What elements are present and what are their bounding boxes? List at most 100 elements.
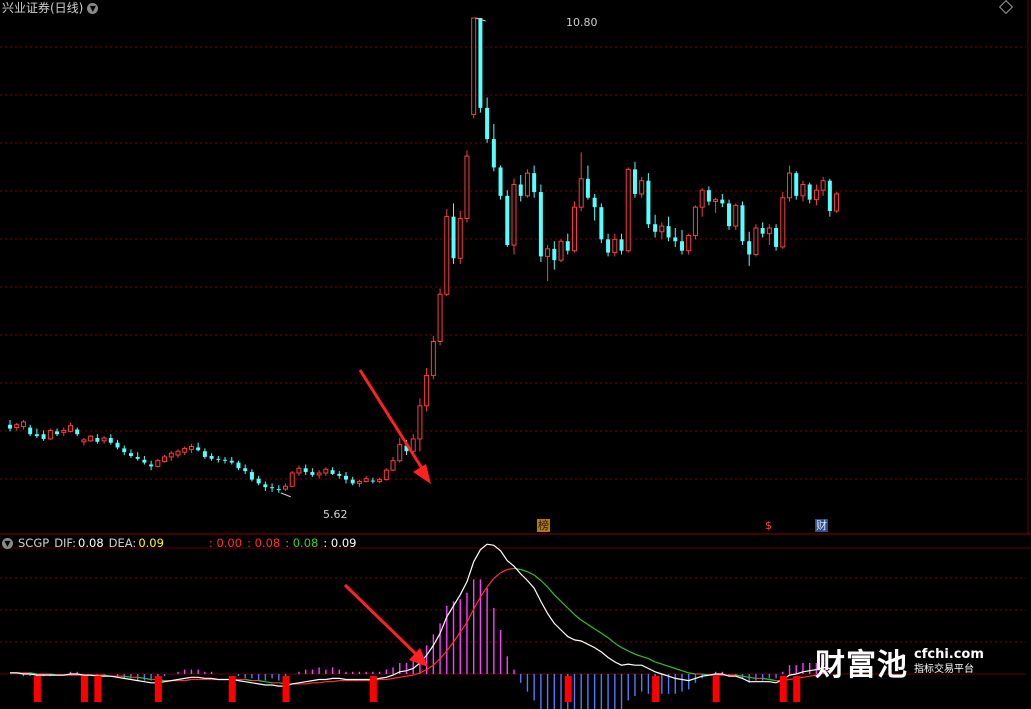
- candle-body-down: [115, 442, 120, 448]
- candle-body-up: [175, 450, 181, 456]
- dea-line-segment: [500, 568, 508, 574]
- candle-body-down: [135, 456, 140, 459]
- dea-line-segment: [601, 632, 609, 639]
- candle-body-down: [55, 431, 60, 435]
- signal-bar: [652, 676, 660, 702]
- candle-body-down: [632, 169, 637, 194]
- candle-body-down: [370, 480, 375, 482]
- candle-body-down: [270, 487, 275, 489]
- candle-body-up: [800, 183, 806, 197]
- dea-line-segment: [654, 661, 663, 665]
- candle-body-up: [363, 478, 369, 483]
- dea-line-segment: [319, 681, 326, 684]
- candle-body-up: [356, 481, 362, 484]
- candle-body-up: [558, 240, 564, 261]
- candle-body-down: [518, 184, 523, 196]
- candle-body-up: [383, 469, 389, 481]
- candle-body-up: [47, 429, 53, 440]
- candle-body-up: [511, 183, 517, 246]
- bang-marker[interactable]: 榜: [537, 519, 550, 532]
- dea-line-segment: [392, 676, 400, 679]
- dea-line-segment: [399, 675, 407, 678]
- dea-line-segment: [439, 650, 448, 659]
- candle-body-down: [532, 173, 537, 193]
- candle-body-up: [417, 405, 423, 440]
- candle-body-up: [733, 204, 739, 227]
- candle-body-down: [122, 448, 127, 453]
- candle-body-up: [787, 172, 793, 199]
- candle-body-up: [612, 238, 618, 254]
- candle-body-down: [276, 489, 281, 491]
- dea-line-segment: [137, 676, 145, 679]
- dea-line-segment: [675, 667, 683, 672]
- dea-line-segment: [540, 580, 549, 588]
- dea-line-segment: [769, 678, 777, 682]
- dollar-marker[interactable]: $: [764, 519, 773, 532]
- dea-line-segment: [648, 658, 656, 663]
- candle-body-up: [289, 472, 295, 487]
- candle-body-down: [95, 438, 100, 442]
- candle-body-down: [606, 239, 611, 253]
- dea-line-segment: [749, 676, 757, 679]
- candle-body-down: [478, 18, 483, 108]
- signal-bar: [712, 676, 720, 702]
- candle-body-up: [813, 189, 819, 201]
- candle-body-down: [330, 470, 335, 474]
- candle-body-down: [310, 472, 315, 475]
- candle-body-up: [659, 225, 665, 233]
- candle-body-up: [182, 447, 188, 453]
- candle-body-up: [437, 293, 443, 343]
- candle-body-down: [552, 248, 557, 261]
- title-menu-chevron-icon[interactable]: ▼: [87, 2, 99, 14]
- candle-body-up: [430, 341, 436, 377]
- candle-body-up: [81, 439, 87, 443]
- candle-body-up: [834, 193, 840, 212]
- candle-body-down: [498, 167, 503, 196]
- dea-line-segment: [742, 675, 750, 678]
- dea-line-segment: [305, 682, 313, 685]
- candle-body-down: [149, 464, 154, 467]
- candle-body-down: [344, 475, 348, 480]
- dea-line-segment: [567, 607, 575, 616]
- dea-label: DEA:: [108, 536, 137, 550]
- dea-line-segment: [486, 577, 495, 588]
- cai-marker[interactable]: 财: [815, 519, 828, 532]
- candle-body-down: [619, 239, 624, 251]
- candle-body-up: [67, 425, 73, 432]
- candle-body-down: [243, 468, 248, 472]
- signal-bar: [80, 676, 88, 702]
- candle-body-down: [727, 203, 732, 227]
- candle-body-up: [283, 485, 289, 490]
- dea-line-segment: [641, 655, 649, 660]
- watermark-side: cfchi.com 指标交易平台: [914, 647, 984, 677]
- kline-chart[interactable]: [0, 0, 1031, 709]
- indicator-value-3: : 0.08: [285, 536, 319, 550]
- annotation-arrow-lower-shaft: [343, 583, 419, 657]
- dea-line-segment: [547, 586, 555, 596]
- candle-body-up: [397, 444, 403, 462]
- candle-body-up: [699, 189, 705, 208]
- candle-body-up: [820, 180, 826, 191]
- candle-body-down: [491, 139, 496, 168]
- candle-body-down: [747, 241, 752, 255]
- candle-body-up: [88, 435, 94, 442]
- dea-line-segment: [594, 628, 602, 634]
- candle-body-down: [592, 197, 597, 208]
- indicator-menu-chevron-icon[interactable]: ▼: [2, 537, 13, 549]
- candle-body-up: [410, 438, 416, 452]
- candle-body-down: [263, 484, 268, 488]
- candle-body-up: [457, 218, 463, 259]
- dea-line-segment: [466, 608, 475, 623]
- candle-body-down: [565, 241, 570, 251]
- candle-body-down: [720, 199, 725, 204]
- dif-label: DIF:: [54, 536, 77, 550]
- candle-body-down: [827, 180, 832, 211]
- candle-body-down: [350, 479, 355, 484]
- candle-body-up: [155, 460, 161, 467]
- dea-line-segment: [332, 680, 340, 683]
- dea-line-segment: [681, 670, 689, 674]
- dea-line-segment: [479, 586, 488, 598]
- candle-body-down: [337, 473, 342, 476]
- candle-body-down: [538, 192, 543, 257]
- candle-body-up: [471, 17, 477, 115]
